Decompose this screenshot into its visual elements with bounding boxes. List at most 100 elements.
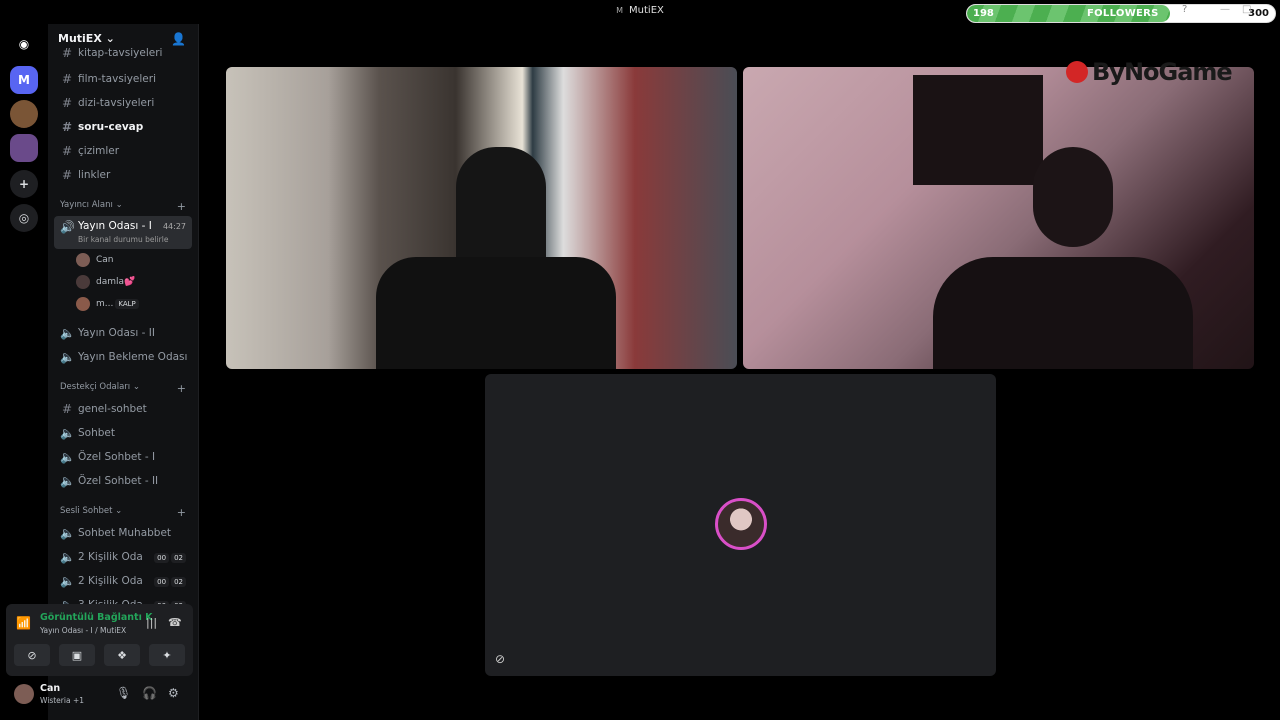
voice-user[interactable]: m... KALP	[76, 294, 192, 314]
screen-share-button[interactable]: ▣	[59, 644, 95, 666]
channel-label: 2 Kişilik Oda	[78, 551, 143, 563]
channel-linkler[interactable]: # linkler	[54, 164, 192, 186]
speaker-icon: 🔈	[60, 550, 75, 564]
avatar[interactable]	[14, 684, 34, 704]
activities-button[interactable]: ❖	[104, 644, 140, 666]
streamer-head	[1033, 147, 1113, 247]
microphone-icon[interactable]: 🎙	[116, 686, 131, 700]
voice-user[interactable]: Can	[76, 250, 192, 270]
streamer-body	[376, 257, 616, 369]
minimize-icon[interactable]: —	[1220, 4, 1230, 15]
noise-suppression-icon[interactable]: |||	[146, 616, 157, 629]
add-channel-icon[interactable]: +	[177, 200, 186, 213]
avatar	[76, 275, 90, 289]
voice-channel[interactable]: 🔈 Özel Sohbet - I	[54, 446, 192, 468]
server-icon-mutiex[interactable]: M	[10, 66, 38, 94]
user-badge: KALP	[115, 299, 139, 309]
shelf	[913, 75, 1043, 185]
title-bar: M MutiEX 198 FOLLOWERS 300 ? — □	[0, 0, 1280, 24]
channel-status[interactable]: Bir kanal durumu belirle	[78, 235, 168, 244]
avatar	[76, 253, 90, 267]
voice-user[interactable]: damla💕	[76, 272, 192, 292]
maximize-icon[interactable]: □	[1242, 4, 1251, 15]
category-label: Sesli Sohbet	[60, 506, 113, 516]
voice-channel[interactable]: 🔈 Yayın Bekleme Odası	[54, 346, 192, 368]
disconnect-icon[interactable]: ☎	[168, 616, 182, 629]
voice-channel[interactable]: 🔈 2 Kişilik Oda 00 02	[54, 570, 192, 592]
settings-gear-icon[interactable]: ⚙	[168, 686, 179, 700]
user-name: damla💕	[96, 277, 136, 287]
window-title-text: MutiEX	[629, 5, 664, 16]
hash-icon: #	[61, 46, 73, 60]
channel-cizimler[interactable]: # çizimler	[54, 140, 192, 162]
bynogame-logo-icon	[1066, 61, 1088, 83]
channel-label: linkler	[78, 169, 111, 181]
watermark-text: ByNoGame	[1092, 58, 1233, 86]
channel-dizi[interactable]: # dizi-tavsiyeleri	[54, 92, 192, 114]
followers-current: 198	[973, 8, 994, 19]
signal-icon[interactable]: 📶	[16, 616, 31, 630]
hash-icon: #	[61, 402, 73, 416]
voice-channel[interactable]: 🔈 2 Kişilik Oda 00 02	[54, 546, 192, 568]
user-activity: Wisteria +1	[40, 696, 85, 705]
channel-label: Özel Sohbet - I	[78, 451, 156, 463]
count-badge: 02	[171, 577, 186, 587]
user-limit: 00 02	[152, 575, 186, 587]
channel-label: soru-cevap	[78, 121, 144, 133]
headphones-icon[interactable]: 🎧	[142, 686, 157, 700]
voice-status: Görüntülü Bağlantı K	[40, 612, 153, 623]
channel-label: film-tavsiyeleri	[78, 73, 156, 85]
channel-label: 2 Kişilik Oda	[78, 575, 143, 587]
channel-genel-sohbet[interactable]: # genel-sohbet	[54, 398, 192, 420]
count-badge: 00	[154, 577, 170, 587]
category-sesli[interactable]: Sesli Sohbet ⌄ +	[54, 506, 192, 522]
server-icon-2[interactable]	[10, 100, 38, 128]
voice-location[interactable]: Yayın Odası - I / MutiEX	[40, 626, 126, 635]
channel-label: Yayın Bekleme Odası	[78, 351, 188, 363]
voice-channel[interactable]: 🔈 Sohbet Muhabbet	[54, 522, 192, 544]
channel-label: Sohbet Muhabbet	[78, 527, 172, 539]
video-tile-camera-off[interactable]: ⊘	[485, 374, 996, 676]
channel-soru-cevap[interactable]: # soru-cevap	[54, 116, 192, 138]
user-name[interactable]: Can	[40, 683, 60, 694]
voice-channel-active[interactable]: 🔊 Yayın Odası - I 44:27 Bir kanal durumu…	[54, 216, 192, 249]
channel-kitap[interactable]: # kitap-tavsiyeleri	[54, 42, 192, 64]
user-name: m...	[96, 299, 114, 309]
speaker-icon: 🔈	[60, 426, 75, 440]
add-channel-icon[interactable]: +	[177, 382, 186, 395]
hash-icon: #	[61, 144, 73, 158]
hash-icon: #	[61, 72, 73, 86]
help-icon[interactable]: ?	[1182, 4, 1187, 15]
speaker-icon: 🔈	[60, 350, 75, 364]
speaker-icon: 🔈	[60, 474, 75, 488]
count-badge: 00	[154, 553, 170, 563]
user-avatar-large	[715, 498, 767, 550]
add-server-icon[interactable]: +	[10, 170, 38, 198]
channel-film[interactable]: # film-tavsiyeleri	[54, 68, 192, 90]
voice-channel[interactable]: 🔈 Sohbet	[54, 422, 192, 444]
channel-label: genel-sohbet	[78, 403, 147, 415]
speaker-icon: 🔊	[60, 220, 75, 234]
explore-icon[interactable]: ◎	[10, 204, 38, 232]
video-tile-can[interactable]	[743, 67, 1254, 369]
video-tile-damla[interactable]	[226, 67, 737, 369]
category-destekci[interactable]: Destekçi Odaları ⌄ +	[54, 382, 192, 398]
channel-label: Özel Sohbet - II	[78, 475, 159, 487]
channel-label: Yayın Odası - II	[78, 327, 155, 339]
channel-label: kitap-tavsiyeleri	[78, 47, 163, 59]
server-folder-icon[interactable]	[10, 134, 38, 162]
avatar	[76, 297, 90, 311]
category-label: Yayıncı Alanı	[60, 200, 113, 210]
camera-off-button[interactable]: ⊘	[14, 644, 50, 666]
hash-icon: #	[61, 168, 73, 182]
camera-off-icon: ⊘	[495, 652, 506, 666]
soundboard-button[interactable]: ✦	[149, 644, 185, 666]
voice-channel[interactable]: 🔈 Özel Sohbet - II	[54, 470, 192, 492]
category-yayinci[interactable]: Yayıncı Alanı ⌄ +	[54, 200, 192, 216]
add-channel-icon[interactable]: +	[177, 506, 186, 519]
discord-home-icon[interactable]: ◉	[10, 30, 38, 58]
channel-label: çizimler	[78, 145, 120, 157]
speaker-icon: 🔈	[60, 450, 75, 464]
channel-label: Yayın Odası - I	[78, 220, 152, 232]
voice-channel[interactable]: 🔈 Yayın Odası - II	[54, 322, 192, 344]
